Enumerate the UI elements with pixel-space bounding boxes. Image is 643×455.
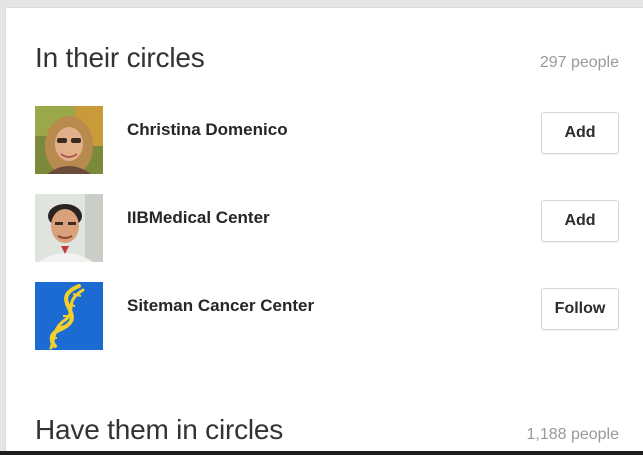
- list-item: IIBMedical Center Add: [35, 194, 619, 262]
- add-button[interactable]: Add: [541, 112, 619, 154]
- man-photo-avatar-icon[interactable]: [35, 194, 103, 262]
- have-them-in-circles-header: Have them in circles 1,188 people: [35, 414, 619, 446]
- people-count[interactable]: 297 people: [540, 54, 619, 72]
- section-title: Have them in circles: [35, 414, 284, 445]
- person-name[interactable]: IIBMedical Center: [127, 208, 270, 228]
- add-button[interactable]: Add: [541, 200, 619, 242]
- section-title: In their circles: [35, 42, 205, 73]
- list-item: Siteman Cancer Center Follow: [35, 282, 619, 350]
- circles-card: In their circles 297 people Christina Do…: [6, 8, 643, 452]
- woman-photo-avatar-icon[interactable]: [35, 106, 103, 174]
- in-their-circles-header: In their circles 297 people: [35, 42, 619, 74]
- bottom-edge: [0, 451, 643, 455]
- dna-logo-icon[interactable]: [35, 282, 103, 350]
- people-count[interactable]: 1,188 people: [526, 426, 619, 444]
- person-name[interactable]: Siteman Cancer Center: [127, 296, 314, 316]
- follow-button[interactable]: Follow: [541, 288, 619, 330]
- list-item: Christina Domenico Add: [35, 106, 619, 174]
- person-name[interactable]: Christina Domenico: [127, 120, 288, 140]
